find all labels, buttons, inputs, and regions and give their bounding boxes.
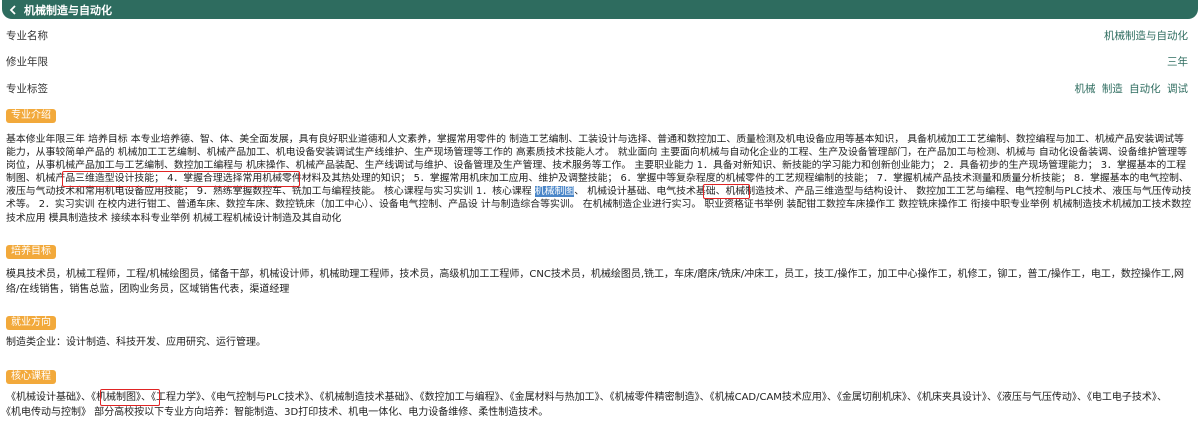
tag: 自动化 [1129, 82, 1161, 95]
course-item: 《机械CAD/CAM技术应用》 [709, 392, 827, 403]
course-item: 《数控加工与编程》 [419, 392, 500, 403]
intro-paragraph: 基本修业年限三年 培养目标 本专业培养德、智、体、美全面发展，具有良好职业道德和… [6, 133, 1192, 225]
course-item: 《机电传动与控制》 [6, 407, 91, 418]
tag: 制造 [1101, 82, 1123, 95]
core-courses: 《机械设计基础》、《机械制图》、《工程力学》、《电气控制与PLC技术》、《机械制… [6, 392, 1167, 418]
career-paragraph: 制造类企业：设计制造、科技开发、应用研究、运行管理。 [6, 337, 266, 348]
core-courses-tail: 部分高校按以下专业方向培养：智能制造、3D打印技术、机电一体化、电力设备维修、柔… [91, 407, 549, 418]
section-title-career: 就业方向 [6, 316, 56, 330]
course-item: 《电气控制与PLC技术》 [211, 392, 310, 403]
info-label: 专业名称 [6, 29, 48, 42]
section-title-goal: 培养目标 [6, 245, 56, 259]
tag-list: 机械 制造 自动化 调试 [1071, 81, 1188, 96]
course-item: 《机械制图》 [91, 392, 141, 403]
course-item: 《机械零件精密制造》 [609, 392, 700, 403]
course-item: 《机械制造技术基础》 [319, 392, 410, 403]
page-title: 机械制造与自动化 [24, 3, 112, 17]
section-title-intro: 专业介绍 [6, 109, 56, 123]
top-bar: 机械制造与自动化 [2, 0, 1198, 19]
info-row-tags: 专业标签 机械 制造 自动化 调试 [6, 81, 1188, 95]
info-label: 修业年限 [6, 55, 48, 68]
info-row-name: 专业名称 机械制造与自动化 [6, 28, 1188, 42]
course-item: 《金属材料与热加工》 [509, 392, 600, 403]
info-row-duration: 修业年限 三年 [6, 54, 1188, 68]
section-title-core: 核心课程 [6, 370, 56, 384]
course-item: 《电工电子技术》 [1086, 392, 1157, 403]
course-item: 《工程力学》 [151, 392, 201, 403]
info-value: 机械制造与自动化 [1104, 29, 1188, 42]
course-item: 《机床夹具设计》 [916, 392, 987, 403]
course-item: 《金属切削机床》 [836, 392, 907, 403]
tag: 机械 [1074, 82, 1096, 95]
back-arrow-icon[interactable] [2, 0, 24, 19]
info-value: 三年 [1167, 55, 1188, 68]
tag: 调试 [1167, 82, 1188, 95]
course-item: 《液压与气压传动》 [996, 392, 1077, 403]
info-label: 专业标签 [6, 82, 48, 95]
goal-paragraph: 模具技术员，机械工程师，工程/机械绘图员，储备干部，机械设计师，机械助理工程师，… [6, 269, 1185, 295]
course-item: 《机械设计基础》 [6, 392, 81, 403]
highlighted-text: 机械制图 [534, 186, 575, 198]
